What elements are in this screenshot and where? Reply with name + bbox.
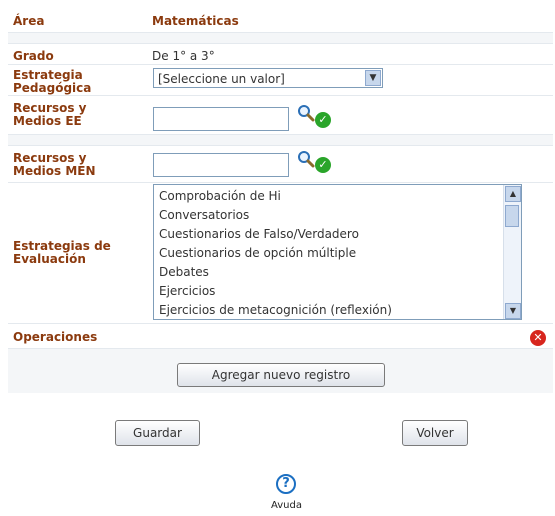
area-value: Matemáticas <box>152 14 239 28</box>
list-item[interactable]: Debates <box>159 265 209 279</box>
check-icon[interactable]: ✓ <box>315 157 331 173</box>
row-spacer <box>8 33 553 44</box>
list-item[interactable]: Ejercicios de metacognición (reflexión) <box>159 303 392 317</box>
list-item[interactable]: Ejercicios <box>159 284 215 298</box>
save-button[interactable]: Guardar <box>115 420 200 446</box>
scroll-up-icon[interactable]: ▲ <box>505 186 521 202</box>
back-button[interactable]: Volver <box>402 420 468 446</box>
area-label: Área <box>13 14 45 28</box>
evaluacion-label-1: Estrategias de <box>13 239 111 253</box>
scrollbar[interactable]: ▲ ▼ <box>503 185 521 319</box>
row-grado: Grado De 1° a 3° <box>8 44 553 65</box>
operaciones-label: Operaciones <box>13 330 98 344</box>
recursos-ee-input[interactable] <box>153 107 289 131</box>
estrategia-select-value: [Seleccione un valor] <box>158 72 285 86</box>
help-icon[interactable]: ? <box>276 474 296 494</box>
recursos-men-input[interactable] <box>153 153 289 177</box>
estrategia-label-2: Pedagógica <box>13 81 92 95</box>
recursos-men-label-1: Recursos y <box>13 151 87 165</box>
chevron-down-icon[interactable]: ▼ <box>365 70 381 86</box>
list-item[interactable]: Cuestionarios de opción múltiple <box>159 246 356 260</box>
help-label[interactable]: Avuda <box>271 500 302 511</box>
check-icon[interactable]: ✓ <box>315 112 331 128</box>
list-item[interactable]: Conversatorios <box>159 208 249 222</box>
list-item[interactable]: Cuestionarios de Falso/Verdadero <box>159 227 359 241</box>
estrategia-pedagogica-select[interactable]: [Seleccione un valor] ▼ <box>153 68 383 88</box>
row-spacer <box>8 135 553 146</box>
recursos-ee-label-1: Recursos y <box>13 101 87 115</box>
grado-value: De 1° a 3° <box>152 49 215 63</box>
estrategias-evaluacion-list[interactable]: Comprobación de Hi Conversatorios Cuesti… <box>153 184 522 320</box>
add-record-button[interactable]: Agregar nuevo registro <box>177 363 385 387</box>
scroll-thumb[interactable] <box>505 205 519 227</box>
list-item[interactable]: Comprobación de Hi <box>159 189 281 203</box>
magnifier-icon[interactable] <box>297 150 315 168</box>
row-area: Área Matemáticas <box>8 10 553 33</box>
row-operaciones: Operaciones <box>8 324 553 349</box>
recursos-ee-label-2: Medios EE <box>13 114 82 128</box>
grado-label: Grado <box>13 49 54 63</box>
recursos-men-label-2: Medios MEN <box>13 164 96 178</box>
scroll-down-icon[interactable]: ▼ <box>505 303 521 319</box>
evaluacion-label-2: Evaluación <box>13 252 86 266</box>
delete-icon[interactable]: ✕ <box>530 330 546 346</box>
estrategia-label-1: Estrategia <box>13 68 83 82</box>
magnifier-icon[interactable] <box>297 104 315 122</box>
